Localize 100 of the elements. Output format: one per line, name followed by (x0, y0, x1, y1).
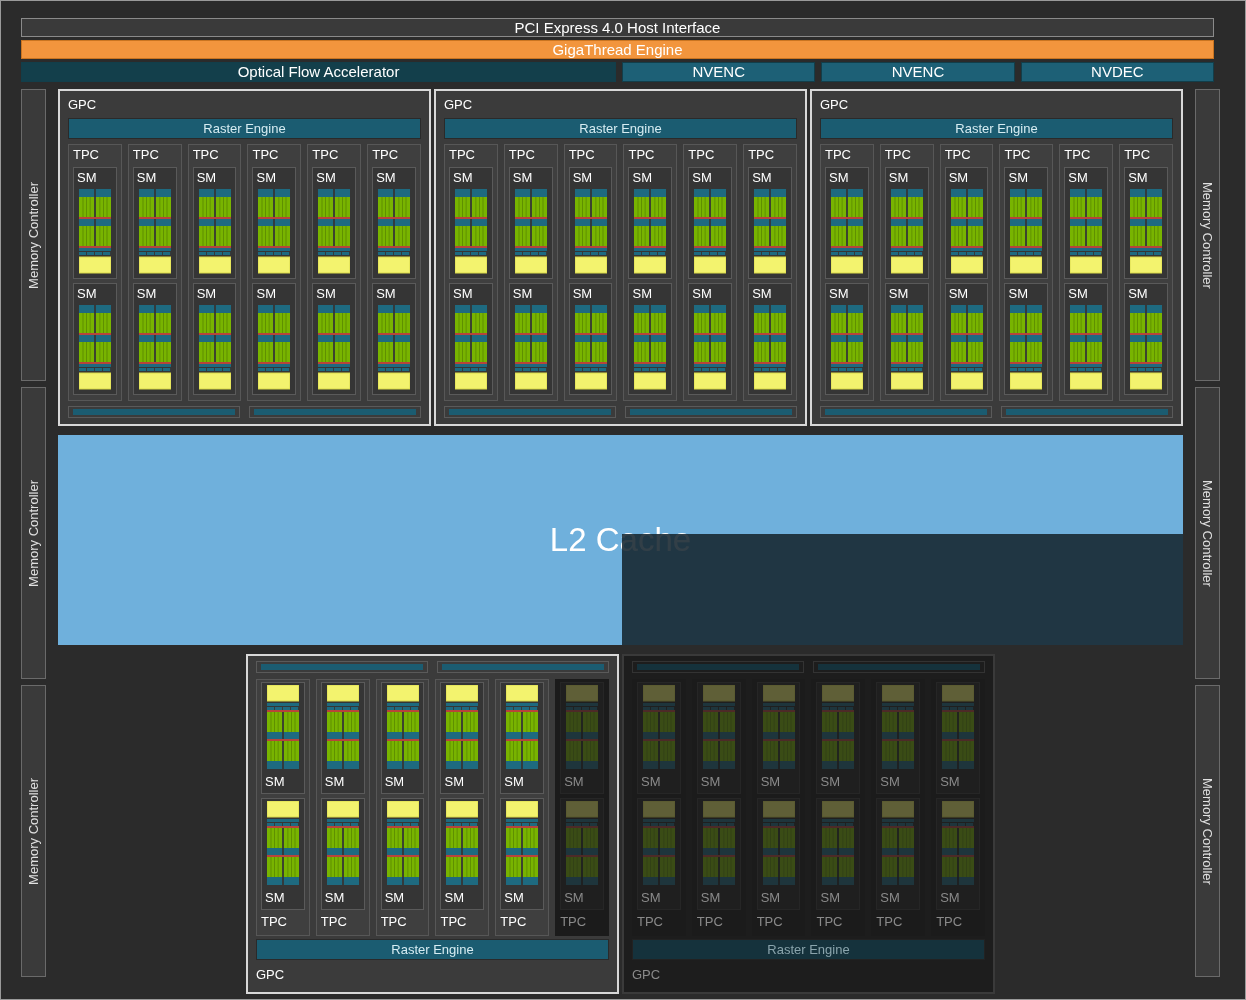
sm-label: SM (692, 170, 712, 186)
sm-label: SM (316, 286, 336, 302)
host-interface-bar: PCI Express 4.0 Host Interface (21, 18, 1214, 37)
sm-label: SM (829, 170, 849, 186)
sm-label: SM (324, 774, 345, 790)
engine-block: NVENC (622, 62, 816, 82)
sm-label: SM (564, 890, 584, 906)
tpc-label: TPC (628, 147, 655, 163)
sm-label: SM (880, 890, 900, 906)
sm-label: SM (752, 286, 772, 302)
tpc-label: TPC (688, 147, 715, 163)
sm-label: SM (265, 890, 285, 906)
tpc-label: TPC (936, 914, 963, 930)
tpc-label: TPC (756, 914, 783, 930)
sm-label: SM (1068, 170, 1088, 186)
engine-block: NVDEC (1020, 62, 1214, 82)
sm-label: SM (572, 286, 593, 302)
memory-controller-label: Memory Controller (1199, 777, 1217, 885)
raster-engine-bar: Raster Engine (820, 118, 1173, 139)
sm-label: SM (948, 170, 969, 186)
raster-engine-bar: Raster Engine (256, 939, 609, 960)
sm-label: SM (1008, 170, 1028, 186)
sm-label: SM (820, 890, 840, 906)
sm-label: SM (888, 170, 909, 186)
sm-label: SM (760, 774, 781, 790)
raster-engine-bar: Raster Engine (68, 118, 421, 139)
sm-label: SM (376, 286, 396, 302)
sm-label: SM (641, 774, 661, 790)
sm-label: SM (444, 774, 464, 790)
sm-label: SM (136, 286, 157, 302)
tpc-label: TPC (132, 147, 159, 163)
memory-controller-label: Memory Controller (24, 181, 42, 289)
gpc-label: GPC (256, 967, 285, 983)
sm-label: SM (632, 170, 652, 186)
sm-label: SM (1068, 286, 1088, 302)
gpc-label: GPC (820, 97, 849, 113)
tpc-label: TPC (312, 147, 339, 163)
engine-block: Optical Flow Accelerator (21, 62, 617, 82)
tpc-label: TPC (380, 914, 407, 930)
memory-controller-label: Memory Controller (24, 479, 42, 587)
tpc-label: TPC (825, 147, 851, 163)
sm-label: SM (384, 774, 405, 790)
tpc-label: TPC (73, 147, 99, 163)
sm-label: SM (444, 890, 464, 906)
sm-label: SM (692, 286, 712, 302)
sm-label: SM (453, 286, 473, 302)
tpc-label: TPC (372, 147, 399, 163)
sm-label: SM (1128, 286, 1148, 302)
sm-label: SM (888, 286, 909, 302)
sm-label: SM (265, 774, 285, 790)
raster-engine-bar: Raster Engine (444, 118, 797, 139)
tpc-label: TPC (1124, 147, 1151, 163)
sm-label: SM (316, 170, 336, 186)
sm-label: SM (376, 170, 396, 186)
memory-controller-label: Memory Controller (1199, 181, 1217, 289)
sm-label: SM (196, 286, 217, 302)
sm-label: SM (940, 774, 960, 790)
sm-label: SM (564, 774, 584, 790)
sm-label: SM (1128, 170, 1148, 186)
sm-label: SM (77, 286, 97, 302)
gpc-label: GPC (68, 97, 97, 113)
tpc-label: TPC (816, 914, 843, 930)
tpc-label: TPC (508, 147, 535, 163)
memory-controller-label: Memory Controller (1199, 479, 1217, 587)
sm-label: SM (512, 170, 533, 186)
sm-label: SM (77, 170, 97, 186)
tpc-label: TPC (440, 914, 467, 930)
sm-label: SM (324, 890, 345, 906)
sm-label: SM (880, 774, 900, 790)
gpc-label: GPC (444, 97, 473, 113)
gigathread-engine-bar: GigaThread Engine (21, 40, 1214, 59)
tpc-label: TPC (560, 914, 587, 930)
sm-label: SM (1008, 286, 1028, 302)
raster-engine-bar: Raster Engine (632, 939, 985, 960)
sm-label: SM (256, 286, 276, 302)
tpc-label: TPC (568, 147, 595, 163)
sm-label: SM (384, 890, 405, 906)
tpc-label: TPC (944, 147, 971, 163)
gpc-label: GPC (632, 967, 661, 983)
tpc-label: TPC (884, 147, 911, 163)
sm-label: SM (572, 170, 593, 186)
tpc-label: TPC (1004, 147, 1031, 163)
sm-label: SM (700, 774, 721, 790)
sm-label: SM (760, 890, 781, 906)
sm-label: SM (829, 286, 849, 302)
tpc-label: TPC (876, 914, 903, 930)
sm-label: SM (504, 774, 524, 790)
sm-label: SM (504, 890, 524, 906)
sm-label: SM (940, 890, 960, 906)
tpc-label: TPC (637, 914, 663, 930)
tpc-label: TPC (320, 914, 347, 930)
memory-controller-label: Memory Controller (24, 777, 42, 885)
tpc-label: TPC (1064, 147, 1091, 163)
engine-block: NVENC (821, 62, 1015, 82)
sm-label: SM (453, 170, 473, 186)
tpc-label: TPC (252, 147, 279, 163)
sm-label: SM (632, 286, 652, 302)
tpc-label: TPC (748, 147, 775, 163)
sm-label: SM (700, 890, 721, 906)
tpc-label: TPC (449, 147, 475, 163)
